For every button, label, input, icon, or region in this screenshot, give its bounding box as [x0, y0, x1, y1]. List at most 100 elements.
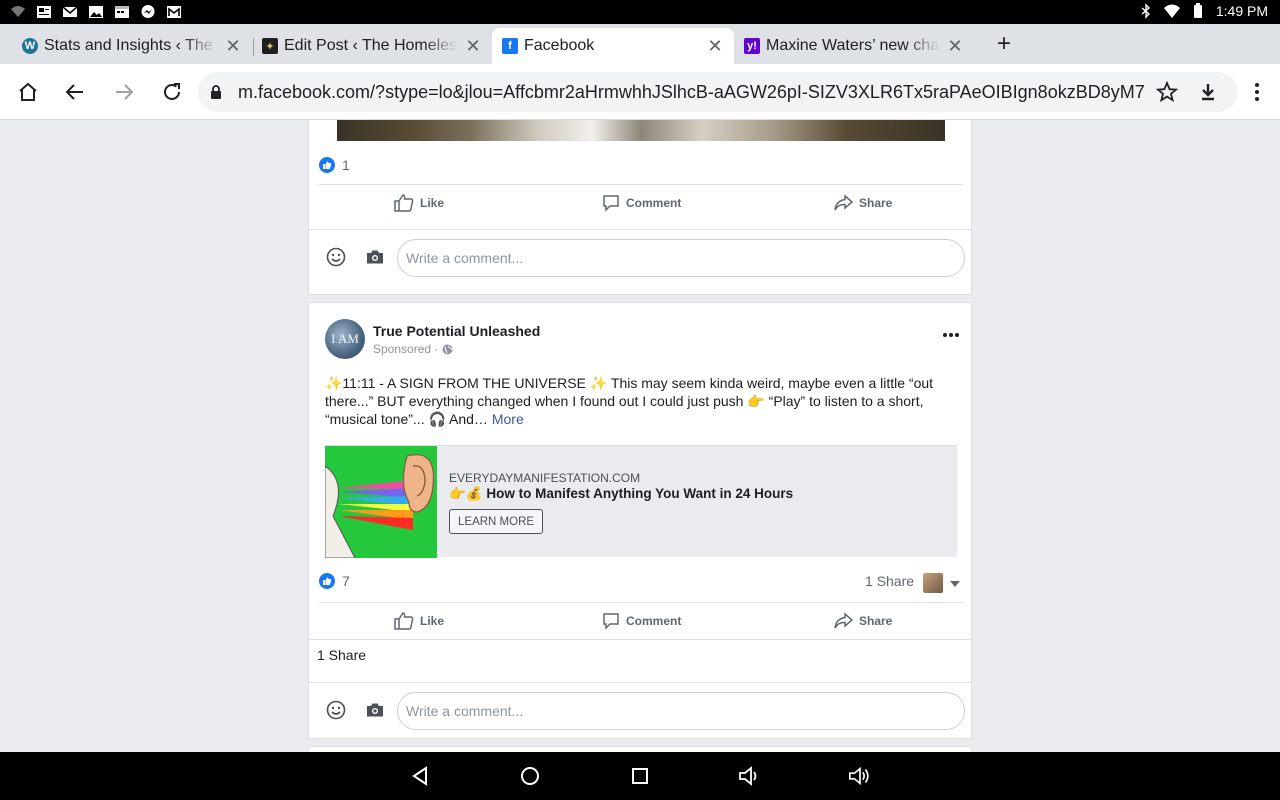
system-navigation-bar: [0, 752, 1280, 800]
recents-square-icon: [632, 768, 648, 784]
post-actions: Like Comment Share: [309, 185, 973, 221]
chevron-down-icon[interactable]: [950, 581, 960, 587]
tab-edit-post[interactable]: ✦ Edit Post ‹ The Homeless ✕: [252, 28, 492, 64]
volume-down-icon: [739, 766, 757, 786]
divider: [309, 639, 971, 640]
volume-down-button[interactable]: [738, 764, 762, 788]
clock: 1:49 PM: [1215, 3, 1268, 19]
share-button[interactable]: Share: [834, 603, 892, 639]
ad-link-preview[interactable]: EVERYDAYMANIFESTATION.COM 👉💰 How to Mani…: [325, 445, 957, 558]
like-label: Like: [420, 196, 445, 210]
comment-input[interactable]: [397, 692, 965, 730]
image-icon: [89, 6, 103, 18]
menu-button[interactable]: [1243, 78, 1271, 106]
camera-icon[interactable]: [366, 702, 384, 718]
reaction-summary[interactable]: 1: [319, 157, 350, 173]
notification-icons: [10, 4, 182, 20]
comment-bubble-icon: [603, 613, 619, 630]
comment-composer: [309, 683, 973, 739]
comment-composer: [309, 230, 973, 286]
ad-title[interactable]: 👉💰 How to Manifest Anything You Want in …: [449, 486, 793, 502]
tab-facebook[interactable]: f Facebook ✕: [492, 28, 734, 64]
volume-up-icon: [849, 766, 869, 786]
reaction-summary[interactable]: 7: [319, 573, 350, 589]
close-icon[interactable]: ✕: [224, 36, 242, 57]
sponsored-text: Sponsored ·: [373, 342, 439, 356]
back-button[interactable]: [61, 78, 89, 106]
close-icon[interactable]: ✕: [706, 36, 724, 57]
tab-title: Edit Post ‹ The Homeless: [284, 37, 458, 54]
back-triangle-icon: [412, 766, 427, 786]
wifi-question-icon: [11, 6, 25, 17]
site-icon: ✦: [262, 38, 278, 54]
page-name[interactable]: True Potential Unleashed: [373, 323, 540, 339]
like-count: 1: [342, 157, 350, 173]
sponsored-post-card: I AM True Potential Unleashed Sponsored …: [308, 302, 972, 739]
facebook-icon: f: [502, 38, 518, 54]
tab-title: Stats and Insights ‹ The H: [44, 37, 218, 54]
post-text: ✨11:11 - A SIGN FROM THE UNIVERSE ✨ This…: [325, 374, 945, 428]
camera-icon[interactable]: [366, 249, 384, 265]
home-button[interactable]: [14, 78, 42, 106]
yahoo-icon: y!: [744, 38, 760, 54]
like-count: 7: [342, 573, 350, 589]
sponsored-label: Sponsored ·: [373, 342, 453, 356]
wifi-icon: [1163, 4, 1180, 18]
lock-icon: [211, 85, 221, 99]
learn-more-button[interactable]: LEARN MORE: [449, 509, 544, 534]
like-button[interactable]: Like: [394, 185, 444, 221]
volume-up-button[interactable]: [848, 764, 872, 788]
emoji-icon[interactable]: [326, 700, 346, 720]
comment-input[interactable]: [397, 239, 965, 277]
like-button[interactable]: Like: [394, 603, 444, 639]
shares-link[interactable]: 1 Share: [317, 647, 366, 663]
share-button[interactable]: Share: [834, 185, 892, 221]
tab-stats-insights[interactable]: W Stats and Insights ‹ The H ✕: [12, 28, 252, 64]
reload-button[interactable]: [158, 78, 186, 106]
comment-button[interactable]: Comment: [602, 603, 681, 639]
facebook-feed: 1 Like Comment Share I AM True Po: [0, 120, 1280, 752]
messenger-icon: [141, 5, 155, 18]
share-count[interactable]: 1 Share: [865, 573, 914, 589]
share-label: Share: [859, 614, 893, 628]
post-actions: Like Comment Share: [309, 603, 973, 639]
post-options-button[interactable]: [941, 325, 961, 345]
browser-toolbar: m.facebook.com/?stype=lo&jlou=Affcbmr2aH…: [0, 64, 1280, 120]
post-body: ✨11:11 - A SIGN FROM THE UNIVERSE ✨ This…: [325, 375, 934, 427]
see-more-link[interactable]: More: [492, 411, 524, 427]
nav-home-button[interactable]: [518, 764, 542, 788]
ad-image[interactable]: [325, 446, 437, 558]
bookmark-star-icon[interactable]: [1156, 81, 1178, 103]
comment-label: Comment: [626, 196, 682, 210]
address-bar[interactable]: m.facebook.com/?stype=lo&jlou=Affcbmr2aH…: [198, 72, 1238, 112]
forward-button[interactable]: [110, 78, 138, 106]
gmail-icon: [62, 6, 78, 17]
post-image[interactable]: [337, 120, 945, 141]
gmail-icon: [167, 6, 181, 18]
globe-icon: [442, 344, 453, 354]
close-icon[interactable]: ✕: [464, 36, 482, 57]
download-icon[interactable]: [1197, 81, 1219, 103]
nav-back-button[interactable]: [408, 764, 432, 788]
bluetooth-icon: [1141, 3, 1150, 19]
like-reaction-icon: [319, 157, 335, 173]
share-arrow-icon: [834, 194, 853, 211]
emoji-icon[interactable]: [326, 247, 346, 267]
post-card-previous: 1 Like Comment Share: [308, 120, 972, 295]
ad-domain: EVERYDAYMANIFESTATION.COM: [449, 471, 641, 485]
new-tab-button[interactable]: +: [990, 30, 1018, 58]
share-arrow-icon: [834, 612, 853, 629]
sharer-avatar[interactable]: [923, 573, 943, 593]
share-label: Share: [859, 196, 893, 210]
url-text[interactable]: m.facebook.com/?stype=lo&jlou=Affcbmr2aH…: [238, 82, 1146, 103]
page-avatar[interactable]: I AM: [325, 319, 365, 359]
nav-recents-button[interactable]: [628, 764, 652, 788]
close-icon[interactable]: ✕: [946, 36, 964, 57]
thumbs-up-icon: [394, 194, 414, 212]
tab-title: Facebook: [524, 37, 595, 54]
system-status: 1:49 PM: [1138, 3, 1268, 19]
comment-button[interactable]: Comment: [602, 185, 681, 221]
tab-title: Maxine Waters’ new chall: [766, 37, 940, 54]
tab-maxine-waters[interactable]: y! Maxine Waters’ new chall ✕: [734, 28, 974, 64]
home-icon: [19, 82, 37, 101]
